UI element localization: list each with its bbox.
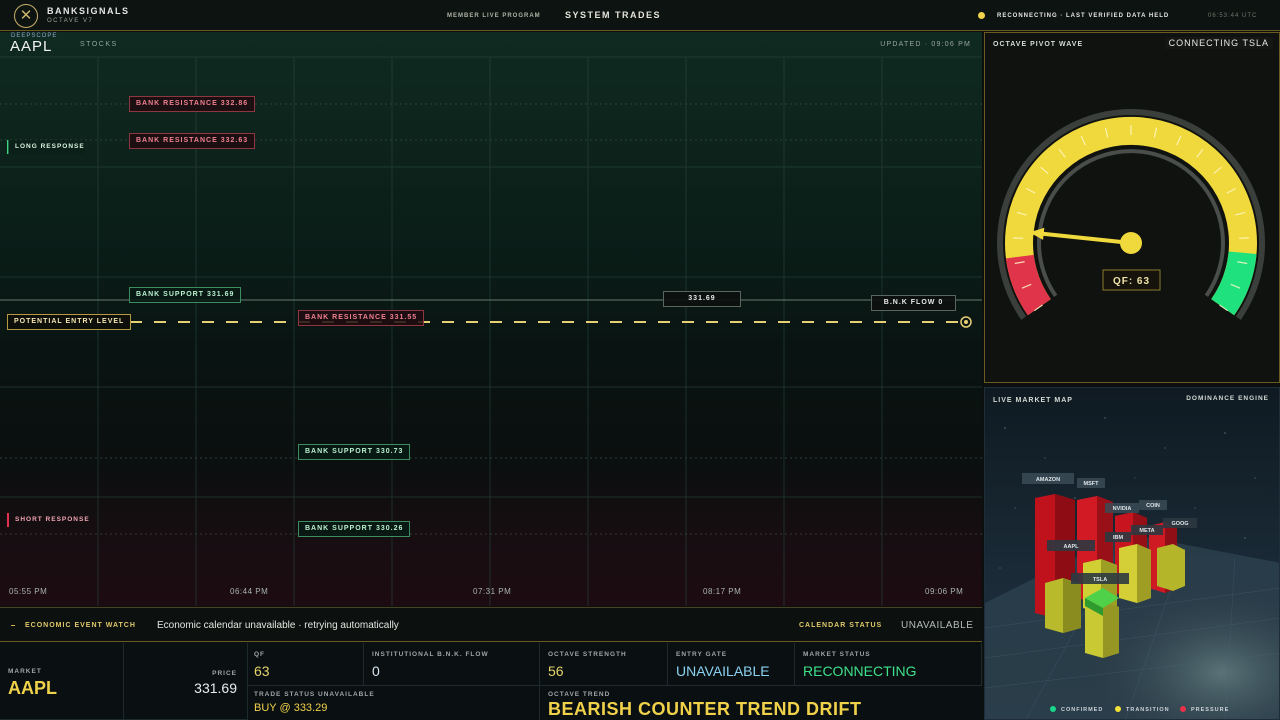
confirmed-dot-icon (1050, 706, 1056, 712)
legend-pressure: PRESSURE (1180, 706, 1229, 713)
calendar-status-value: UNAVAILABLE (901, 620, 974, 631)
price-chart-panel: DEEPSCOPE AAPL STOCKS UPDATED · 09:06 PM… (0, 32, 982, 606)
event-indicator-icon (11, 625, 15, 626)
potential-entry-label: POTENTIAL ENTRY LEVEL (7, 314, 132, 330)
strength-label: OCTAVE STRENGTH (548, 651, 627, 658)
flow-value: 0 (372, 663, 380, 679)
octave-pivot-wave-panel: OCTAVE PIVOT WAVE CONNECTING TSLA QF: 63 (984, 32, 1280, 383)
brand-name: BANKSIGNALS (47, 6, 130, 16)
map-label: META (1139, 528, 1154, 534)
map-label: NVIDIA (1113, 506, 1132, 512)
calendar-status-label: CALENDAR STATUS (799, 622, 883, 629)
map-label: IBM (1113, 535, 1124, 541)
gate-label: ENTRY GATE (676, 651, 728, 658)
event-watch-label: ECONOMIC EVENT WATCH (25, 622, 136, 629)
market-status-value: RECONNECTING (803, 663, 917, 679)
bnk-flow-tag: B.N.K FLOW 0 (871, 295, 956, 311)
qf-value: 63 (254, 663, 270, 679)
chart-grid (0, 56, 982, 606)
market-label: MARKET (8, 668, 42, 675)
bank-resistance-level: BANK RESISTANCE 332.86 (129, 96, 256, 112)
legend-transition: TRANSITION (1115, 706, 1170, 713)
qf-readout: QF: 63 (1113, 276, 1150, 287)
short-response-label: SHORT RESPONSE (15, 516, 90, 523)
market-cell: MARKET AAPL (0, 643, 124, 720)
x-axis-tick: 05:55 PM (9, 587, 48, 596)
price-cell: PRICE 331.69 (124, 643, 248, 720)
live-market-map-panel: LIVE MARKET MAP DOMINANCE ENGINE AMAZON … (984, 387, 1280, 720)
map-label: AAPL (1064, 544, 1080, 550)
bank-support-level: BANK SUPPORT 331.69 (129, 287, 242, 303)
trade-status-cell: TRADE STATUS UNAVAILABLE BUY @ 333.29 (248, 686, 540, 720)
logo-icon: ✕ (14, 4, 38, 28)
event-message: Economic calendar unavailable · retrying… (157, 620, 399, 631)
price-value: 331.69 (194, 680, 237, 696)
long-response-label: LONG RESPONSE (8, 140, 85, 154)
trend-label: OCTAVE TREND (548, 691, 611, 698)
bank-support-level: BANK SUPPORT 330.26 (298, 521, 411, 537)
x-axis-tick: 09:06 PM (925, 587, 964, 596)
gate-value: UNAVAILABLE (676, 663, 770, 679)
transition-dot-icon (1115, 706, 1121, 712)
bank-resistance-level: BANK RESISTANCE 331.55 (298, 310, 425, 326)
bank-resistance-level: BANK RESISTANCE 332.63 (129, 133, 256, 149)
octave-trend-cell: OCTAVE TREND BEARISH COUNTER TREND DRIFT (540, 686, 982, 720)
x-axis-tick: 07:31 PM (473, 587, 512, 596)
price-label: PRICE (212, 670, 237, 677)
last-price-tag: 331.69 (663, 291, 741, 307)
x-axis-tick: 08:17 PM (703, 587, 742, 596)
market-map-3d: AMAZON MSFT NVIDIA COIN AAPL IBM META GO… (985, 417, 1279, 719)
map-label: MSFT (1084, 481, 1100, 487)
trend-value: BEARISH COUNTER TREND DRIFT (548, 699, 862, 719)
connection-status-text: RECONNECTING · LAST VERIFIED DATA HELD (997, 13, 1170, 19)
map-label: TSLA (1093, 577, 1107, 583)
connection-status-dot (978, 12, 985, 19)
brand-version: OCTAVE V7 (47, 18, 94, 24)
qf-gauge: QF: 63 (997, 108, 1265, 320)
updated-time: UPDATED · 09:06 PM (880, 41, 971, 48)
qf-label: QF (254, 651, 266, 658)
market-status-label: MARKET STATUS (803, 651, 871, 658)
map-label: AMAZON (1036, 477, 1060, 483)
bank-support-level: BANK SUPPORT 330.73 (298, 444, 411, 460)
chart-symbol: AAPL (10, 38, 53, 55)
map-label: GOOG (1171, 521, 1188, 527)
utc-clock: 06:53:44 UTC (1208, 13, 1258, 19)
trade-status-value: BUY @ 333.29 (254, 702, 328, 714)
pressure-dot-icon (1180, 706, 1186, 712)
strength-value: 56 (548, 663, 564, 679)
qf-cell: QF 63 (248, 643, 364, 686)
trade-status-label: TRADE STATUS UNAVAILABLE (254, 691, 375, 698)
flow-label: INSTITUTIONAL B.N.K. FLOW (372, 651, 489, 658)
entry-gate-cell: ENTRY GATE UNAVAILABLE (668, 643, 795, 686)
section-title: SYSTEM TRADES (565, 10, 662, 20)
stats-bar: MARKET AAPL PRICE 331.69 QF 63 INSTITUTI… (0, 643, 982, 720)
market-status-cell: MARKET STATUS RECONNECTING (795, 643, 982, 686)
legend-confirmed: CONFIRMED (1050, 706, 1103, 713)
economic-event-strip: ECONOMIC EVENT WATCH Economic calendar u… (0, 607, 982, 642)
gauge-needle (1027, 230, 1133, 245)
chart-category: STOCKS (80, 41, 118, 48)
top-bar: ✕ BANKSIGNALS OCTAVE V7 MEMBER LIVE PROG… (0, 0, 1280, 31)
map-label: COIN (1146, 503, 1160, 509)
market-value: AAPL (8, 678, 57, 698)
market-map-title: LIVE MARKET MAP (993, 397, 1073, 404)
octave-strength-cell: OCTAVE STRENGTH 56 (540, 643, 668, 686)
bnk-flow-cell: INSTITUTIONAL B.N.K. FLOW 0 (364, 643, 540, 686)
program-label: MEMBER LIVE PROGRAM (447, 13, 541, 19)
gauge-confirmed-zone (1210, 251, 1257, 316)
dominance-engine-label: DOMINANCE ENGINE (1186, 395, 1269, 402)
x-axis-tick: 06:44 PM (230, 587, 269, 596)
gauge-hub (1120, 232, 1142, 254)
gauge-pressure-zone (1005, 254, 1052, 316)
